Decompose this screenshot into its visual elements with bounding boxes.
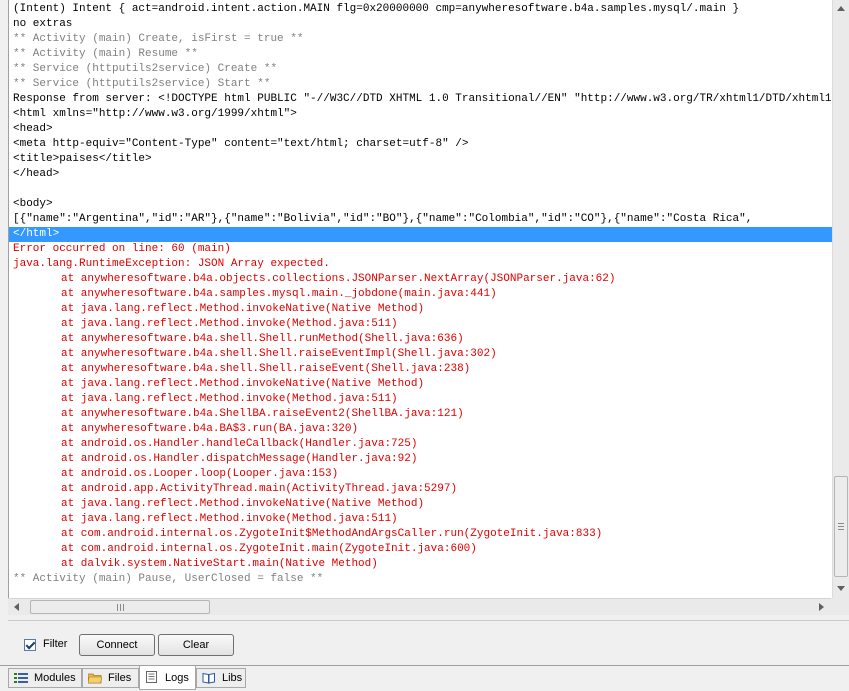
- scroll-down-arrow-icon[interactable]: [837, 586, 845, 591]
- log-line[interactable]: <body>: [9, 197, 832, 212]
- log-line[interactable]: at android.os.Handler.handleCallback(Han…: [9, 437, 832, 452]
- log-line[interactable]: at dalvik.system.NativeStart.main(Native…: [9, 557, 832, 572]
- log-content[interactable]: (Intent) Intent { act=android.intent.act…: [9, 0, 832, 598]
- log-line[interactable]: at java.lang.reflect.Method.invoke(Metho…: [9, 392, 832, 407]
- log-line[interactable]: (Intent) Intent { act=android.intent.act…: [9, 2, 832, 17]
- log-line[interactable]: </head>: [9, 167, 832, 182]
- log-line[interactable]: at android.os.Looper.loop(Looper.java:15…: [9, 467, 832, 482]
- log-line[interactable]: at anywheresoftware.b4a.BA$3.run(BA.java…: [9, 422, 832, 437]
- scroll-up-arrow-icon[interactable]: [837, 6, 845, 11]
- log-line[interactable]: ** Service (httputils2service) Start **: [9, 77, 832, 92]
- log-line[interactable]: [9, 182, 832, 197]
- vertical-scrollbar[interactable]: [832, 0, 849, 598]
- scroll-right-arrow-icon[interactable]: [819, 603, 824, 611]
- tab-logs[interactable]: Logs: [139, 666, 196, 690]
- book-icon: [202, 672, 215, 684]
- filter-label: Filter: [43, 638, 68, 650]
- log-line[interactable]: at anywheresoftware.b4a.shell.Shell.rais…: [9, 347, 832, 362]
- log-line[interactable]: at anywheresoftware.b4a.samples.mysql.ma…: [9, 287, 832, 302]
- log-line[interactable]: at com.android.internal.os.ZygoteInit.ma…: [9, 542, 832, 557]
- bottom-tab-bar: Modules Files Logs Libs: [0, 665, 849, 691]
- vertical-scroll-thumb[interactable]: [834, 476, 848, 577]
- log-line[interactable]: java.lang.RuntimeException: JSON Array e…: [9, 257, 832, 272]
- tab-libs[interactable]: Libs: [196, 668, 246, 688]
- folder-icon: [88, 673, 102, 684]
- tab-modules-label: Modules: [34, 672, 76, 684]
- tab-files-label: Files: [108, 672, 132, 684]
- modules-icon: [14, 673, 28, 683]
- log-line[interactable]: <meta http-equiv="Content-Type" content=…: [9, 137, 832, 152]
- log-line[interactable]: no extras: [9, 17, 832, 32]
- log-line[interactable]: at anywheresoftware.b4a.shell.Shell.runM…: [9, 332, 832, 347]
- log-line[interactable]: <head>: [9, 122, 832, 137]
- tab-logs-label: Logs: [165, 672, 189, 684]
- filter-checkbox[interactable]: [24, 639, 36, 651]
- clear-button[interactable]: Clear: [158, 634, 234, 656]
- log-line[interactable]: <title>paises</title>: [9, 152, 832, 167]
- log-line[interactable]: at java.lang.reflect.Method.invokeNative…: [9, 497, 832, 512]
- log-line[interactable]: <html xmlns="http://www.w3.org/1999/xhtm…: [9, 107, 832, 122]
- log-line[interactable]: at android.app.ActivityThread.main(Activ…: [9, 482, 832, 497]
- tab-libs-label: Libs: [222, 672, 243, 684]
- logs-icon: [146, 671, 157, 683]
- log-line[interactable]: ** Service (httputils2service) Create **: [9, 62, 832, 77]
- log-line[interactable]: at java.lang.reflect.Method.invoke(Metho…: [9, 317, 832, 332]
- tab-modules[interactable]: Modules: [8, 668, 82, 688]
- log-line[interactable]: at anywheresoftware.b4a.objects.collecti…: [9, 272, 832, 287]
- log-line[interactable]: ** Activity (main) Resume **: [9, 47, 832, 62]
- log-pane[interactable]: (Intent) Intent { act=android.intent.act…: [8, 0, 849, 598]
- log-line[interactable]: at anywheresoftware.b4a.shell.Shell.rais…: [9, 362, 832, 377]
- connect-button[interactable]: Connect: [79, 634, 155, 656]
- log-toolbar: Filter Connect Clear: [8, 620, 849, 665]
- log-line[interactable]: Response from server: <!DOCTYPE html PUB…: [9, 92, 832, 107]
- log-line[interactable]: at android.os.Handler.dispatchMessage(Ha…: [9, 452, 832, 467]
- log-line[interactable]: ** Activity (main) Pause, UserClosed = f…: [9, 572, 832, 587]
- scroll-left-arrow-icon[interactable]: [14, 603, 19, 611]
- horizontal-scroll-thumb[interactable]: [30, 600, 210, 614]
- horizontal-scrollbar[interactable]: [8, 598, 831, 615]
- log-line[interactable]: at java.lang.reflect.Method.invokeNative…: [9, 302, 832, 317]
- log-line[interactable]: at com.android.internal.os.ZygoteInit$Me…: [9, 527, 832, 542]
- log-line[interactable]: at java.lang.reflect.Method.invokeNative…: [9, 377, 832, 392]
- scrollbar-corner: [831, 598, 849, 615]
- log-line[interactable]: at java.lang.reflect.Method.invoke(Metho…: [9, 512, 832, 527]
- log-line-selected[interactable]: </html>: [9, 227, 832, 242]
- log-line[interactable]: Error occurred on line: 60 (main): [9, 242, 832, 257]
- log-line[interactable]: [{"name":"Argentina","id":"AR"},{"name":…: [9, 212, 832, 227]
- tab-files[interactable]: Files: [82, 668, 139, 688]
- log-line[interactable]: ** Activity (main) Create, isFirst = tru…: [9, 32, 832, 47]
- log-line[interactable]: at anywheresoftware.b4a.ShellBA.raiseEve…: [9, 407, 832, 422]
